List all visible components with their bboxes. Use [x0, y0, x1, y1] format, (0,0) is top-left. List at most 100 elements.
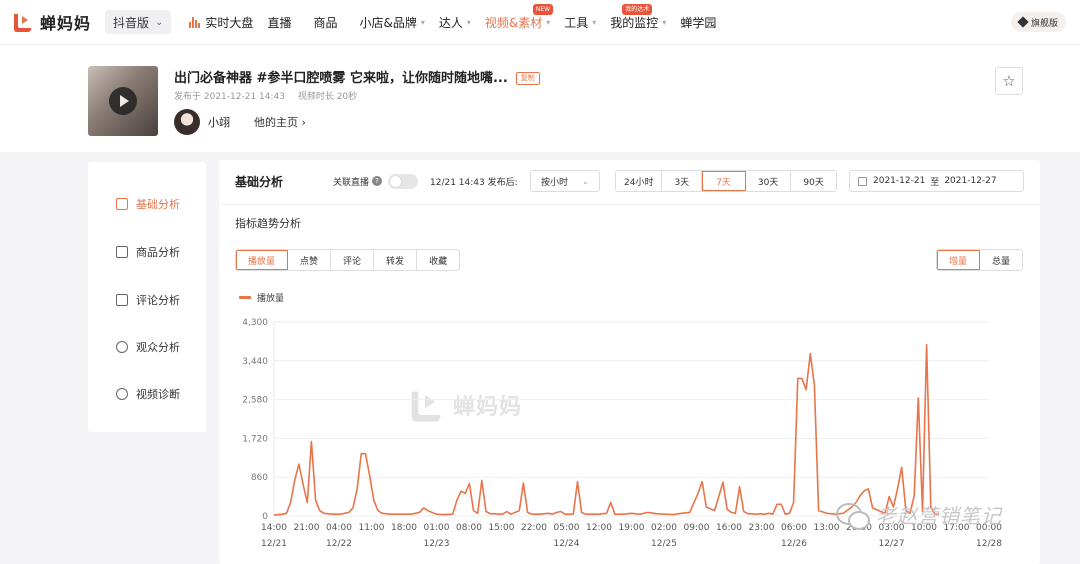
x-tick-label: 09:00 [684, 523, 710, 533]
video-title: 出门必备神器 #参半口腔喷雾 它来啦，让你随时随地嘴... 复制 [174, 67, 540, 86]
date-range-picker[interactable]: 2021-12-21 至 2021-12-27 [849, 170, 1024, 192]
x-tick-label: 15:00 [489, 523, 515, 533]
chevron-down-icon: ⌄ [582, 176, 589, 186]
x-date-label: 12/23 [424, 539, 450, 549]
y-tick-label: 0 [262, 512, 268, 522]
nav-label: 我的监控 [610, 15, 659, 30]
x-date-label: 12/21 [261, 539, 287, 549]
y-tick-label: 2,580 [242, 396, 268, 406]
x-date-label: 12/27 [879, 539, 905, 549]
x-tick-label: 21:00 [294, 523, 320, 533]
chevron-down-icon: ▾ [662, 17, 667, 27]
tab-likes[interactable]: 点赞 [288, 250, 332, 270]
user-icon [116, 341, 128, 353]
nav-item-shops[interactable]: 小店&品牌 ▾ [359, 0, 424, 44]
publish-time: 发布于 2021-12-21 14:43 [174, 92, 285, 102]
sidebar-label: 基础分析 [136, 198, 180, 211]
x-tick-label: 08:00 [456, 523, 482, 533]
range-segment: 24小时 3天 7天 30天 90天 [615, 170, 837, 192]
divider [219, 204, 1040, 205]
analysis-sidebar: 基础分析 商品分析 评论分析 观众分析 视频诊断 [88, 162, 206, 432]
homepage-link[interactable]: 他的主页 › [254, 114, 306, 130]
homepage-label: 他的主页 [254, 116, 298, 129]
range-24h[interactable]: 24小时 [616, 171, 663, 191]
range-30d[interactable]: 30天 [746, 171, 792, 191]
range-90d[interactable]: 90天 [791, 171, 835, 191]
nav-label: 小店&品牌 [359, 15, 417, 30]
nav-item-monitor[interactable]: 我的监控 ▾ 我的达术 [610, 0, 666, 44]
x-tick-label: 23:00 [749, 523, 775, 533]
wechat-icon [836, 501, 870, 530]
granularity-select[interactable]: 按小时 ⌄ [530, 170, 600, 192]
tab-comments[interactable]: 评论 [331, 250, 375, 270]
nav-label: 商品 [313, 15, 338, 30]
star-icon: ☆ [1002, 72, 1016, 90]
copy-button[interactable]: 复制 [515, 72, 540, 85]
x-tick-label: 05:00 [554, 523, 580, 533]
range-7d[interactable]: 7天 [702, 171, 746, 191]
nav-item-products[interactable]: 商品 [313, 0, 337, 44]
link-live-toggle[interactable] [388, 173, 419, 189]
range-3d[interactable]: 3天 [662, 171, 703, 191]
app-logo[interactable]: 蝉妈妈 [10, 10, 91, 34]
video-thumbnail[interactable] [88, 66, 158, 136]
publish-after-label: 12/21 14:43 发布后: [430, 170, 518, 192]
granularity-dropdown[interactable]: 按小时 ⌄ [530, 170, 600, 192]
help-icon[interactable]: ? [372, 176, 383, 186]
trend-subtitle: 指标趋势分析 [235, 217, 301, 230]
comment-icon [116, 294, 128, 306]
mode-tabs: 增量 总量 [936, 249, 1024, 271]
chevron-down-icon: ⌄ [155, 16, 164, 28]
tab-favorites[interactable]: 收藏 [417, 250, 459, 270]
chevron-right-icon: › [301, 116, 306, 129]
author-row: 小翊 他的主页 › [174, 109, 306, 135]
date-separator: 至 [930, 177, 940, 188]
top-nav: 蝉妈妈 抖音版 ⌄ 实时大盘 直播 商品 小店&品牌 ▾ 达人 ▾ 视频&素材 … [0, 0, 1080, 44]
date-from: 2021-12-21 [873, 176, 926, 186]
sidebar-label: 商品分析 [136, 246, 180, 259]
play-circle-icon [116, 388, 128, 400]
nav-item-influencers[interactable]: 达人 ▾ [439, 0, 471, 44]
x-tick-label: 04:00 [326, 523, 352, 533]
sidebar-item-diagnosis[interactable]: 视频诊断 [116, 386, 180, 402]
chevron-down-icon: ▾ [592, 17, 597, 27]
flagship-badge[interactable]: 旗舰版 [1010, 12, 1066, 32]
platform-select[interactable]: 抖音版 ⌄ [105, 10, 172, 34]
sidebar-item-comments[interactable]: 评论分析 [116, 292, 180, 308]
nav-item-live[interactable]: 直播 [267, 0, 291, 44]
date-to: 2021-12-27 [944, 176, 997, 186]
sidebar-item-audience[interactable]: 观众分析 [116, 339, 180, 355]
avatar[interactable] [174, 109, 200, 135]
monitor-badge: 我的达术 [622, 4, 653, 15]
sidebar-item-products[interactable]: 商品分析 [116, 244, 180, 260]
diamond-icon [1017, 16, 1029, 28]
nav-item-tools[interactable]: 工具 ▾ [564, 0, 596, 44]
x-tick-label: 22:00 [521, 523, 547, 533]
calendar-icon [858, 176, 867, 186]
y-tick-label: 1,720 [242, 434, 268, 444]
link-live-control: 关联直播 ? [333, 170, 419, 192]
nav-item-academy[interactable]: 蝉学园 [680, 0, 716, 44]
author-name[interactable]: 小翊 [208, 114, 230, 130]
y-tick-label: 4,300 [242, 318, 268, 328]
metric-tabs: 播放量 点赞 评论 转发 收藏 [235, 249, 461, 271]
bag-icon [116, 246, 128, 258]
nav-label: 工具 [564, 15, 589, 30]
sidebar-item-basic[interactable]: 基础分析 [116, 196, 180, 212]
favorite-star-button[interactable]: ☆ [995, 67, 1023, 95]
app-name: 蝉妈妈 [40, 14, 92, 33]
tab-shares[interactable]: 转发 [374, 250, 418, 270]
tab-total[interactable]: 总量 [980, 250, 1022, 270]
nav-item-realtime[interactable]: 实时大盘 [189, 0, 253, 44]
x-tick-label: 16:00 [716, 523, 742, 533]
y-tick-label: 3,440 [242, 357, 268, 367]
tab-increment[interactable]: 增量 [937, 250, 981, 270]
play-icon[interactable] [109, 87, 137, 115]
date-range-input[interactable]: 2021-12-21 至 2021-12-27 [849, 170, 1024, 192]
y-tick-label: 860 [251, 473, 268, 483]
link-live-label: 关联直播 [333, 177, 370, 188]
nav-label: 达人 [438, 15, 463, 30]
tab-plays[interactable]: 播放量 [236, 250, 289, 270]
logo-icon [14, 14, 32, 32]
nav-item-video[interactable]: 视频&素材 ▾ NEW [485, 0, 554, 44]
